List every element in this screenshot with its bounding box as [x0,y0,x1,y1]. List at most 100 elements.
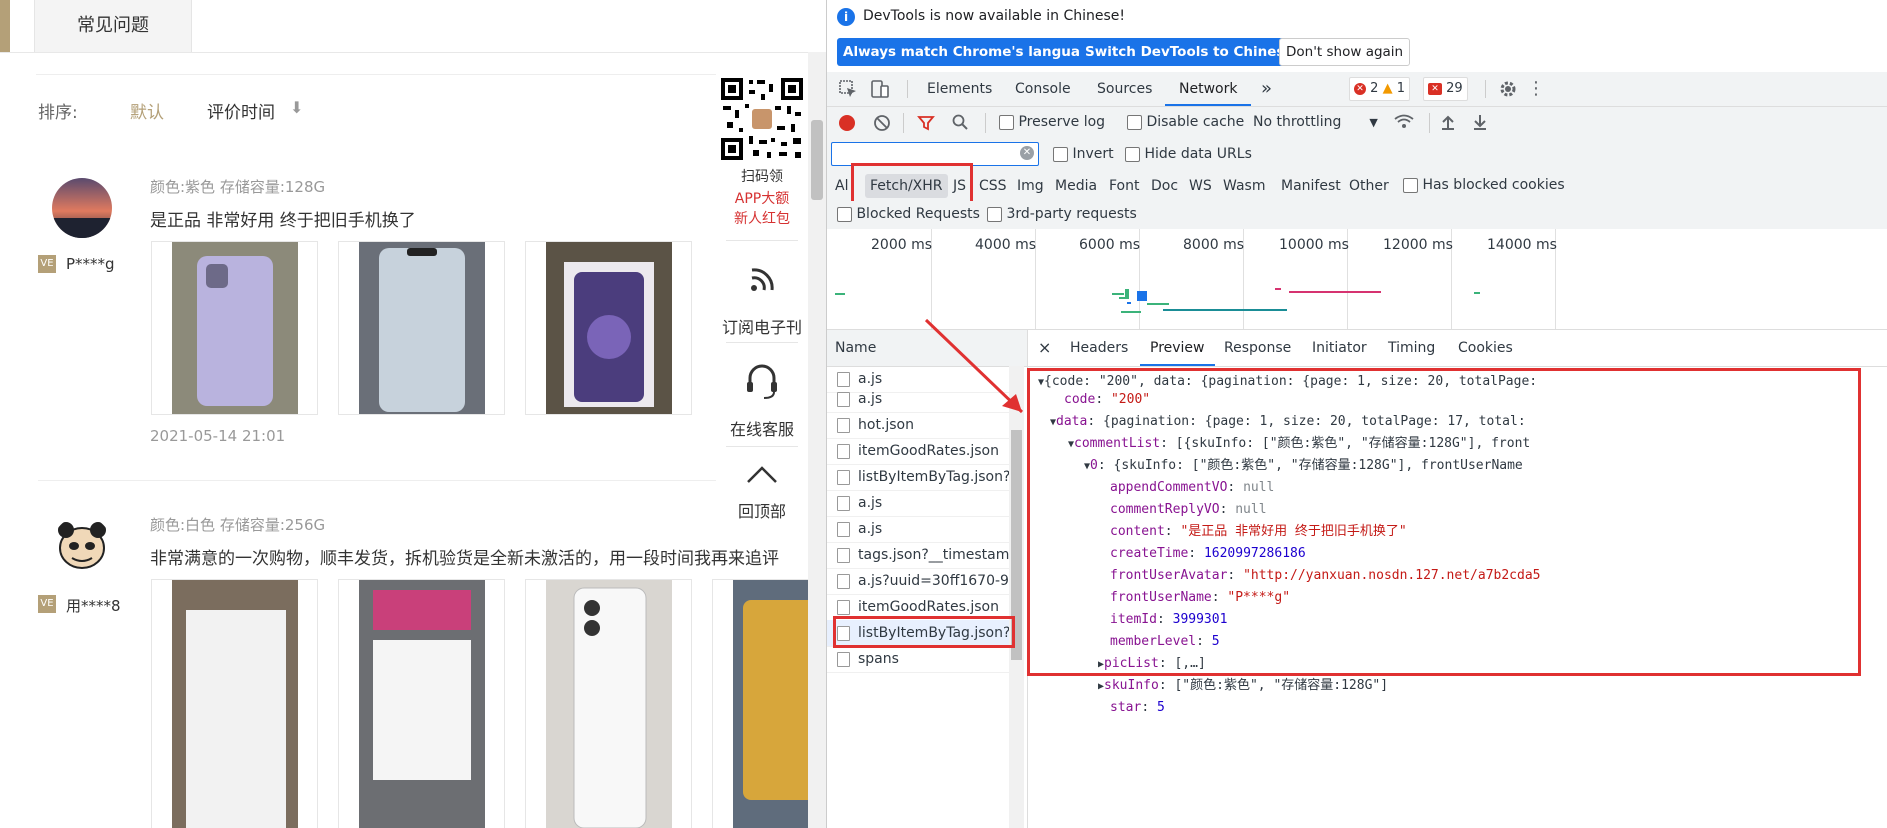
tab-response[interactable]: Response [1224,330,1291,366]
headset-icon[interactable] [744,362,780,402]
network-toolbar: Preserve log Disable cache No throttling… [827,107,1887,140]
type-filter-manifest[interactable]: Manifest [1281,171,1341,201]
sort-label: 排序: [38,103,78,123]
promo-line-1[interactable]: APP大额 [716,188,808,208]
highlight-box [833,616,1015,648]
json-line[interactable]: ▶skuInfo: ["颜色:紫色", "存储容量:128G"] [1098,675,1388,697]
type-filter-img[interactable]: Img [1017,171,1044,201]
tab-initiator[interactable]: Initiator [1312,330,1367,366]
back-to-top-link[interactable]: 回顶部 [716,498,808,522]
review-photo[interactable] [338,241,505,415]
rss-icon[interactable] [744,262,780,298]
network-conditions-icon[interactable] [1393,113,1415,131]
chevron-up-icon[interactable] [744,462,780,486]
request-row[interactable]: itemGoodRates.json [827,438,1009,465]
type-filter-doc[interactable]: Doc [1151,171,1178,201]
tab-sources[interactable]: Sources [1097,72,1152,106]
more-tabs-button[interactable]: » [1261,72,1272,106]
error-warning-counter[interactable]: ✕ 2 ▲ 1 [1349,77,1410,101]
gear-icon[interactable] [1497,78,1519,100]
review-photo[interactable] [525,579,692,828]
request-row[interactable]: tags.json?__timestamp [827,542,1009,569]
tab-preview[interactable]: Preview [1140,330,1215,366]
tab-timing[interactable]: Timing [1388,330,1435,366]
blocked-row [827,201,1887,230]
product-review-page: 常见问题 排序: 默认 评价时间 ⬇ VE P****g 颜色:紫色 存储容量:… [0,0,826,828]
filter-icon[interactable] [917,114,935,132]
review-date: 2021-05-14 21:01 [150,427,286,445]
floating-sidebar: 扫码领 APP大额 新人红包 订阅电子刊 在线客服 回顶部 [716,72,808,542]
tab-cookies[interactable]: Cookies [1458,330,1513,366]
match-language-button[interactable]: Always match Chrome's language [837,38,1105,66]
review-photo[interactable] [525,241,692,415]
divider [907,80,908,98]
type-filter-wasm[interactable]: Wasm [1223,171,1265,201]
review-sku: 颜色:紫色 存储容量:128G [150,178,326,196]
issues-counter[interactable]: ✕ 29 [1423,77,1468,101]
sort-by-time[interactable]: 评价时间 [207,98,275,123]
request-row[interactable]: a.js [827,490,1009,517]
type-filter-media[interactable]: Media [1055,171,1097,201]
invert-checkbox[interactable]: Invert [1053,146,1114,162]
tab-console[interactable]: Console [1015,72,1071,106]
has-blocked-cookies-checkbox[interactable]: Has blocked cookies [1403,177,1565,193]
request-row[interactable]: a.js [827,516,1009,543]
review-photo[interactable] [151,579,318,828]
request-row[interactable]: listByItemByTag.json?_ [827,464,1009,491]
request-row[interactable]: spans [827,646,1009,673]
divider [903,113,904,133]
preserve-log-label: Preserve log [1018,114,1106,130]
avatar [52,516,112,576]
device-toolbar-icon[interactable] [869,78,891,100]
sort-arrow-icon[interactable]: ⬇ [290,98,303,117]
throttling-select[interactable]: No throttling ▼ [1253,114,1378,130]
third-party-checkbox[interactable]: 3rd-party requests [987,206,1137,222]
issues-icon: ✕ [1428,82,1442,95]
disable-cache-checkbox[interactable]: Disable cache [1127,114,1244,130]
divider [726,342,798,343]
tab-faq[interactable]: 常见问题 [34,0,192,52]
tab-elements[interactable]: Elements [927,72,992,106]
type-filter-css[interactable]: CSS [979,171,1007,201]
chevron-down-icon: ▼ [1369,116,1378,129]
subscribe-link[interactable]: 订阅电子刊 [716,314,808,338]
type-filter-all[interactable]: Al [835,171,848,201]
avatar [52,178,112,238]
type-filter-font[interactable]: Font [1109,171,1139,201]
vip-badge-icon: VE [38,595,56,613]
promo-line-2[interactable]: 新人红包 [716,208,808,228]
clear-filter-icon[interactable]: ✕ [1020,146,1034,160]
customer-service-link[interactable]: 在线客服 [716,416,808,440]
type-filter-other[interactable]: Other [1349,171,1389,201]
dont-show-again-button[interactable]: Don't show again [1279,38,1411,66]
type-filter-ws[interactable]: WS [1189,171,1212,201]
info-icon: i [837,8,855,26]
review-photo[interactable] [151,241,318,415]
sort-default[interactable]: 默认 [130,98,164,123]
invert-label: Invert [1072,146,1114,162]
preserve-log-checkbox[interactable]: Preserve log [999,114,1105,130]
qr-caption: 扫码领 [741,169,783,185]
record-icon[interactable] [839,115,855,131]
import-har-icon[interactable] [1439,113,1457,131]
page-scrollbar-thumb[interactable] [811,120,823,200]
more-options-icon[interactable]: ⋮ [1525,78,1547,100]
export-har-icon[interactable] [1471,113,1489,131]
request-row[interactable]: a.js?uuid=30ff1670-9a [827,568,1009,595]
switch-chinese-button[interactable]: Switch DevTools to Chinese [1079,38,1300,66]
annotation-arrow [924,318,1024,414]
hide-data-urls-checkbox[interactable]: Hide data URLs [1125,146,1252,162]
type-filter-js[interactable]: JS [953,171,966,201]
blocked-requests-checkbox[interactable]: Blocked Requests [837,206,980,222]
vip-badge-icon: VE [38,255,56,273]
username: 用****8 [66,597,121,615]
tab-headers[interactable]: Headers [1070,330,1128,366]
close-icon[interactable]: × [1038,330,1051,366]
inspect-element-icon[interactable] [837,78,859,100]
review-photo[interactable] [338,579,505,828]
tab-network[interactable]: Network [1165,72,1252,106]
clear-icon[interactable] [873,114,891,132]
search-icon[interactable] [951,113,969,131]
error-count: 2 [1370,81,1379,96]
divider [726,240,798,241]
